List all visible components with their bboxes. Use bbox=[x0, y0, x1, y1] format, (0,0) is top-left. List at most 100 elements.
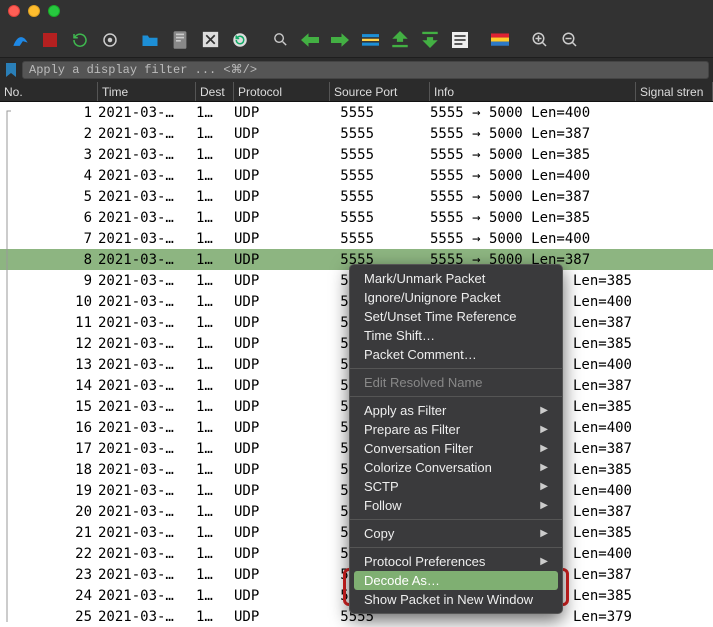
cell-no: 18 bbox=[0, 462, 98, 478]
cell-time: 2021-03-… bbox=[98, 357, 196, 373]
cell-dest: 1… bbox=[196, 525, 234, 541]
cell-protocol: UDP bbox=[234, 147, 330, 163]
cell-protocol: UDP bbox=[234, 294, 330, 310]
cell-dest: 1… bbox=[196, 105, 234, 121]
menu-mark-unmark[interactable]: Mark/Unmark Packet bbox=[350, 269, 562, 288]
colorize-button[interactable] bbox=[486, 26, 514, 54]
shark-fin-icon[interactable] bbox=[6, 26, 34, 54]
cell-dest: 1… bbox=[196, 294, 234, 310]
cell-time: 2021-03-… bbox=[98, 315, 196, 331]
menu-packet-comment[interactable]: Packet Comment… bbox=[350, 345, 562, 364]
cell-dest: 1… bbox=[196, 609, 234, 625]
table-row[interactable]: 72021-03-…1…UDP55555555 → 5000 Len=400 bbox=[0, 228, 713, 249]
close-file-button[interactable] bbox=[196, 26, 224, 54]
menu-follow[interactable]: Follow▶ bbox=[350, 496, 562, 515]
display-filter-input[interactable] bbox=[22, 61, 709, 79]
cell-protocol: UDP bbox=[234, 504, 330, 520]
maximize-window-button[interactable] bbox=[48, 5, 60, 17]
cell-no: 4 bbox=[0, 168, 98, 184]
menu-sctp[interactable]: SCTP▶ bbox=[350, 477, 562, 496]
menu-time-shift[interactable]: Time Shift… bbox=[350, 326, 562, 345]
bookmark-icon[interactable] bbox=[4, 63, 18, 77]
auto-scroll-button[interactable] bbox=[446, 26, 474, 54]
close-window-button[interactable] bbox=[8, 5, 20, 17]
save-file-button[interactable] bbox=[166, 26, 194, 54]
cell-dest: 1… bbox=[196, 504, 234, 520]
go-to-last-button[interactable] bbox=[416, 26, 444, 54]
menu-prepare-as-filter[interactable]: Prepare as Filter▶ bbox=[350, 420, 562, 439]
menu-ignore-unignore[interactable]: Ignore/Unignore Packet bbox=[350, 288, 562, 307]
menu-colorize-conversation[interactable]: Colorize Conversation▶ bbox=[350, 458, 562, 477]
cell-source-port: 5555 bbox=[330, 147, 430, 163]
cell-no: 20 bbox=[0, 504, 98, 520]
cell-dest: 1… bbox=[196, 420, 234, 436]
column-header-dest[interactable]: Dest bbox=[196, 82, 234, 101]
cell-info: 5555 → 5000 Len=400 bbox=[430, 168, 636, 184]
cell-no: 25 bbox=[0, 609, 98, 625]
cell-info: 5555 → 5000 Len=400 bbox=[430, 231, 636, 247]
cell-dest: 1… bbox=[196, 231, 234, 247]
menu-decode-as[interactable]: Decode As… bbox=[354, 571, 558, 590]
menu-conversation-filter[interactable]: Conversation Filter▶ bbox=[350, 439, 562, 458]
column-header-source-port[interactable]: Source Port bbox=[330, 82, 430, 101]
table-row[interactable]: 62021-03-…1…UDP55555555 → 5000 Len=385 bbox=[0, 207, 713, 228]
cell-dest: 1… bbox=[196, 483, 234, 499]
menu-set-unset-time-ref[interactable]: Set/Unset Time Reference bbox=[350, 307, 562, 326]
zoom-out-button[interactable] bbox=[556, 26, 584, 54]
find-packet-button[interactable] bbox=[266, 26, 294, 54]
cell-no: 14 bbox=[0, 378, 98, 394]
cell-no: 7 bbox=[0, 231, 98, 247]
menu-separator bbox=[350, 519, 562, 520]
cell-time: 2021-03-… bbox=[98, 189, 196, 205]
menu-show-packet-new-window[interactable]: Show Packet in New Window bbox=[350, 590, 562, 609]
cell-protocol: UDP bbox=[234, 252, 330, 268]
table-row[interactable]: 42021-03-…1…UDP55555555 → 5000 Len=400 bbox=[0, 165, 713, 186]
menu-protocol-preferences[interactable]: Protocol Preferences▶ bbox=[350, 552, 562, 571]
reload-file-button[interactable] bbox=[226, 26, 254, 54]
cell-no: 16 bbox=[0, 420, 98, 436]
cell-time: 2021-03-… bbox=[98, 525, 196, 541]
cell-no: 2 bbox=[0, 126, 98, 142]
zoom-in-button[interactable] bbox=[526, 26, 554, 54]
cell-protocol: UDP bbox=[234, 483, 330, 499]
cell-dest: 1… bbox=[196, 147, 234, 163]
cell-time: 2021-03-… bbox=[98, 441, 196, 457]
cell-dest: 1… bbox=[196, 252, 234, 268]
table-row[interactable]: 12021-03-…1…UDP55555555 → 5000 Len=400 bbox=[0, 102, 713, 123]
go-to-packet-button[interactable] bbox=[356, 26, 384, 54]
cell-time: 2021-03-… bbox=[98, 504, 196, 520]
cell-protocol: UDP bbox=[234, 399, 330, 415]
cell-no: 11 bbox=[0, 315, 98, 331]
go-forward-button[interactable] bbox=[326, 26, 354, 54]
restart-capture-button[interactable] bbox=[66, 26, 94, 54]
cell-dest: 1… bbox=[196, 441, 234, 457]
column-header-info[interactable]: Info bbox=[430, 82, 636, 101]
column-header-time[interactable]: Time bbox=[98, 82, 196, 101]
menu-copy[interactable]: Copy▶ bbox=[350, 524, 562, 543]
cell-no: 15 bbox=[0, 399, 98, 415]
column-header-signal-strength[interactable]: Signal stren bbox=[636, 82, 713, 101]
table-row[interactable]: 52021-03-…1…UDP55555555 → 5000 Len=387 bbox=[0, 186, 713, 207]
cell-time: 2021-03-… bbox=[98, 609, 196, 625]
capture-options-button[interactable] bbox=[96, 26, 124, 54]
menu-apply-as-filter[interactable]: Apply as Filter▶ bbox=[350, 401, 562, 420]
column-header-protocol[interactable]: Protocol bbox=[234, 82, 330, 101]
cell-protocol: UDP bbox=[234, 546, 330, 562]
cell-source-port: 5555 bbox=[330, 126, 430, 142]
table-row[interactable]: 32021-03-…1…UDP55555555 → 5000 Len=385 bbox=[0, 144, 713, 165]
go-to-first-button[interactable] bbox=[386, 26, 414, 54]
cell-no: 1 bbox=[0, 105, 98, 121]
cell-dest: 1… bbox=[196, 336, 234, 352]
go-back-button[interactable] bbox=[296, 26, 324, 54]
packet-list-headers[interactable]: No. Time Dest Protocol Source Port Info … bbox=[0, 82, 713, 102]
open-file-button[interactable] bbox=[136, 26, 164, 54]
menu-edit-resolved-name: Edit Resolved Name bbox=[350, 373, 562, 392]
column-header-no[interactable]: No. bbox=[0, 82, 98, 101]
minimize-window-button[interactable] bbox=[28, 5, 40, 17]
cell-source-port: 5555 bbox=[330, 231, 430, 247]
stop-capture-button[interactable] bbox=[36, 26, 64, 54]
table-row[interactable]: 22021-03-…1…UDP55555555 → 5000 Len=387 bbox=[0, 123, 713, 144]
cell-protocol: UDP bbox=[234, 441, 330, 457]
menu-separator bbox=[350, 547, 562, 548]
cell-protocol: UDP bbox=[234, 168, 330, 184]
